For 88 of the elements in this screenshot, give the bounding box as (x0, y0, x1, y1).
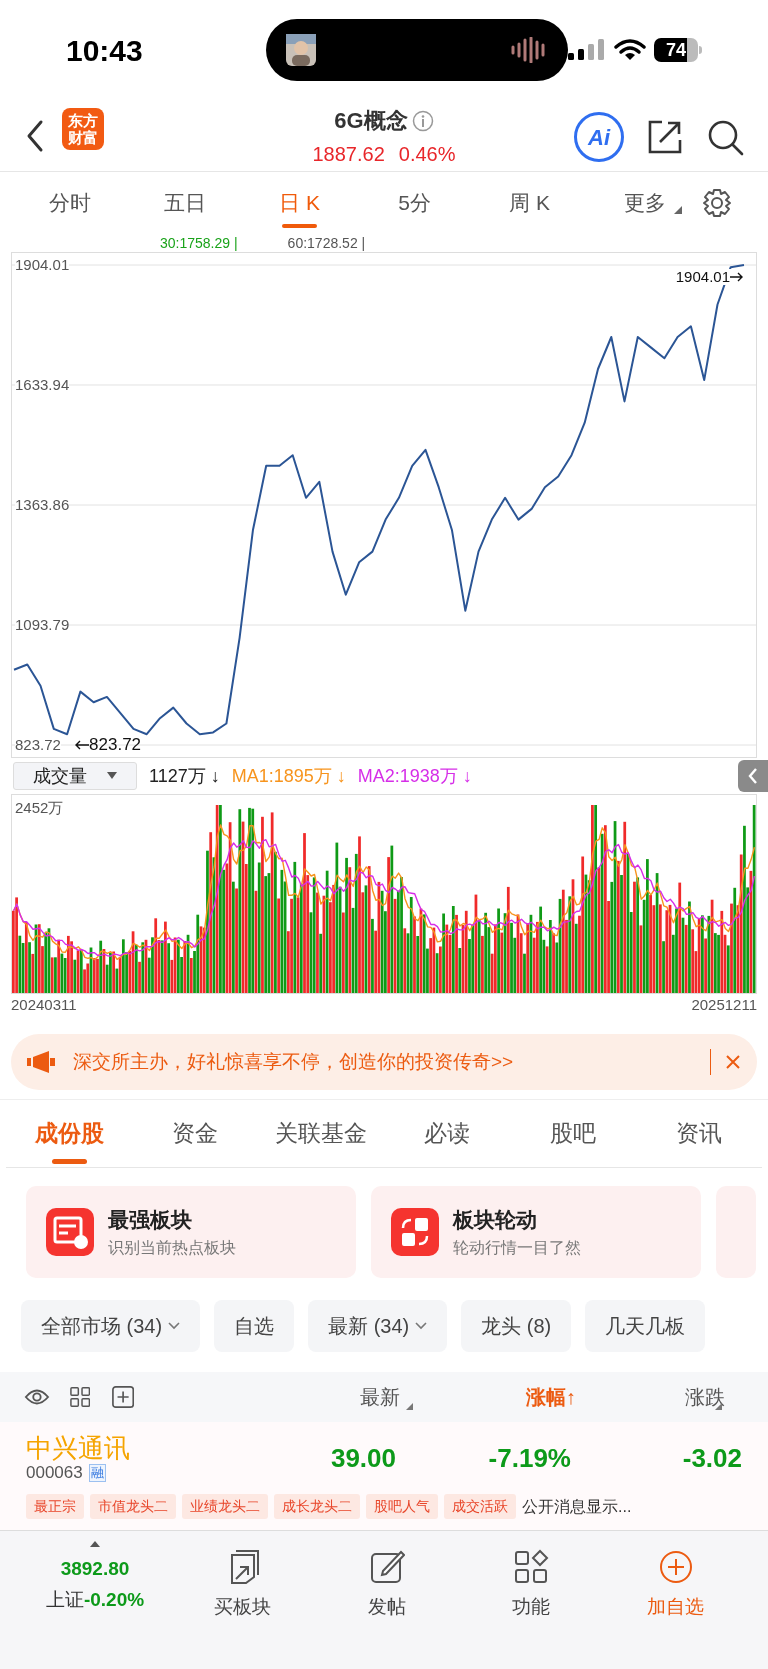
moving-average-value: 60:1728.52 | (287, 235, 366, 251)
card-title: 板块轮动 (453, 1207, 538, 1234)
arrow-icon (73, 740, 90, 751)
index-price: 1887.62 (312, 142, 385, 167)
stock-tag: 最正宗 (26, 1494, 84, 1519)
card-title: 最强板块 (108, 1207, 193, 1234)
wifi-icon (614, 39, 646, 61)
waveform-icon (510, 37, 548, 63)
toolbar-button[interactable]: 功能 (459, 1541, 604, 1622)
section-tab[interactable]: 资金 (132, 1099, 258, 1168)
stock-change: -3.02 (682, 1441, 742, 1475)
logo-text: 东方 (68, 112, 98, 129)
period-tab[interactable]: 分时 (12, 178, 127, 228)
chevron-left-icon (747, 767, 759, 785)
eye-icon[interactable] (24, 1387, 50, 1407)
filter-chip[interactable]: 自选 (214, 1300, 295, 1352)
info-icon[interactable] (411, 109, 434, 132)
filter-chip[interactable]: 最新 (34) (308, 1300, 448, 1352)
chevron-down-icon (415, 1322, 428, 1330)
dropdown-triangle-icon (674, 206, 682, 214)
toolbar-button[interactable]: 发帖 (314, 1541, 459, 1622)
stock-code: 000063 (26, 1463, 83, 1483)
page-title: 6G概念 (334, 107, 408, 135)
filter-chip[interactable]: 全部市场 (34) (21, 1300, 201, 1352)
chevron-down-icon (168, 1322, 181, 1330)
section-tab[interactable]: 必读 (384, 1099, 510, 1168)
share-icon[interactable] (646, 118, 684, 156)
moving-average-value: 30:1758.29 | (160, 235, 238, 251)
feature-card[interactable]: 板块轮动 轮动行情一目了然 (371, 1186, 701, 1278)
settings-icon[interactable] (702, 188, 732, 218)
arrow-icon (730, 272, 744, 282)
apps-icon (513, 1549, 550, 1585)
status-time: 10:43 (66, 32, 144, 69)
indicator-dropdown[interactable]: 成交量 (13, 762, 137, 790)
stock-tag: 成交活跃 (444, 1494, 516, 1519)
add-circle-icon (657, 1549, 694, 1585)
axis-label: 1363.86 (15, 497, 70, 513)
ai-button[interactable]: Ai (574, 112, 624, 162)
min-value-label: 823.72 (89, 736, 142, 755)
stock-change-percent: -7.19% (487, 1441, 571, 1475)
feature-card[interactable]: 最强板块 识别当前热点板块 (26, 1186, 356, 1278)
stock-tag: 市值龙头二 (90, 1494, 176, 1519)
battery-level: 74 (666, 41, 686, 59)
board-icon (46, 1208, 94, 1256)
section-tab[interactable]: 关联基金 (258, 1099, 384, 1168)
megaphone-icon (27, 1051, 55, 1073)
period-tab[interactable]: 更多 (587, 178, 702, 228)
card-subtitle: 识别当前热点板块 (108, 1237, 236, 1258)
rotate-icon (391, 1208, 439, 1256)
stock-tag: 业绩龙头二 (182, 1494, 268, 1519)
filter-chip[interactable]: 龙头 (8) (461, 1300, 572, 1352)
volume-value: 1127万 ↓ (149, 764, 220, 788)
axis-label: 823.72 (15, 737, 61, 753)
section-tab[interactable]: 资讯 (636, 1099, 762, 1168)
index-change: 0.46% (398, 142, 456, 167)
period-tab[interactable]: 周 K (472, 178, 587, 228)
column-header[interactable]: 最新 (324, 1382, 436, 1412)
ma2-value: MA2:1938万 ↓ (357, 764, 472, 788)
axis-label: 1093.79 (15, 617, 70, 633)
sort-triangle-icon (406, 1403, 414, 1410)
card-subtitle: 轮动行情一目了然 (453, 1237, 581, 1258)
start-date-label: 20240311 (11, 994, 77, 1015)
column-header[interactable]: 涨跌 (666, 1382, 744, 1412)
collapse-button[interactable] (738, 760, 768, 792)
axis-label: 1904.01 (15, 257, 70, 273)
max-value-label: 1904.01 (675, 269, 730, 285)
filter-chip[interactable]: 几天几板 (585, 1300, 706, 1352)
grid-icon[interactable] (69, 1386, 91, 1408)
margin-badge: 融 (88, 1464, 106, 1482)
caret-icon (107, 772, 117, 780)
edit-icon (368, 1549, 405, 1585)
close-icon[interactable] (725, 1054, 741, 1070)
axis-label: 1633.94 (15, 377, 70, 393)
stock-tag: 成长龙头二 (274, 1494, 360, 1519)
ma1-value: MA1:1895万 ↓ (231, 764, 346, 788)
stock-price: 39.00 (329, 1441, 396, 1475)
stock-tag: 股吧人气 (366, 1494, 438, 1519)
period-tab[interactable]: 5分 (357, 178, 472, 228)
end-date-label: 20251211 (691, 994, 757, 1015)
period-tab[interactable]: 五日 (127, 178, 242, 228)
toolbar-button[interactable]: 买板块 (170, 1541, 315, 1622)
search-icon[interactable] (706, 118, 744, 156)
news-snippet: 公开消息显示... (522, 1496, 632, 1517)
logo-text: 财富 (68, 129, 98, 146)
index-ticker[interactable]: 3892.80 上证-0.20% (20, 1541, 170, 1614)
section-tab[interactable]: 股吧 (510, 1099, 636, 1168)
caret-up-icon (90, 1541, 100, 1547)
add-icon[interactable] (112, 1385, 135, 1409)
